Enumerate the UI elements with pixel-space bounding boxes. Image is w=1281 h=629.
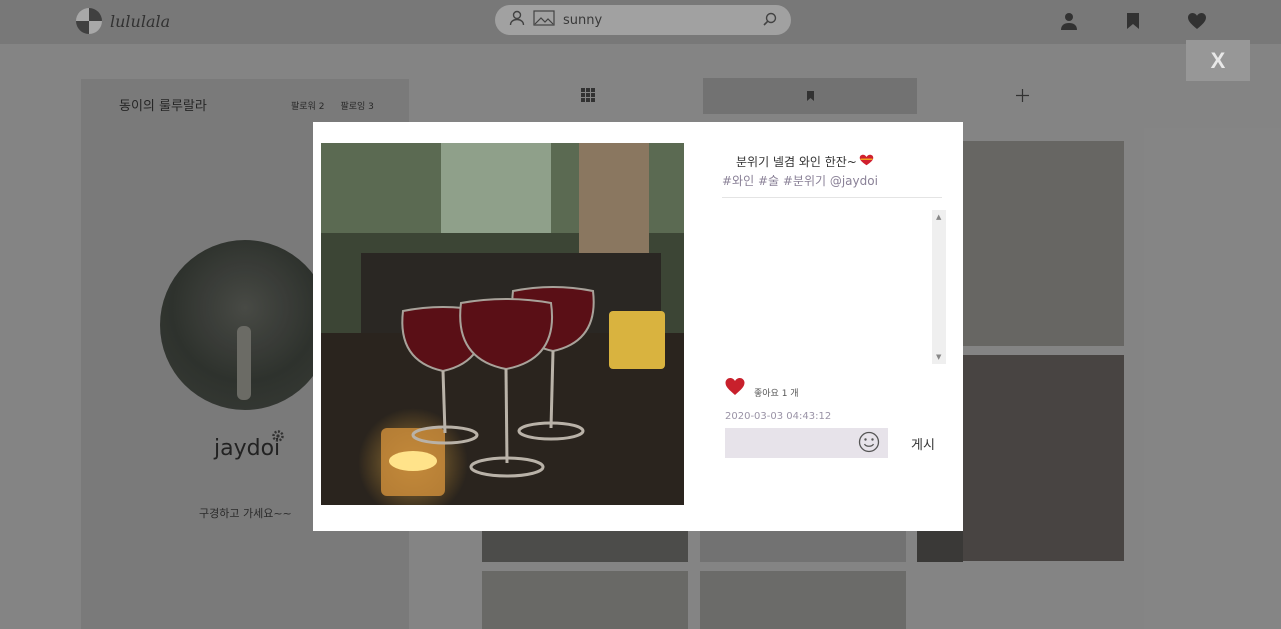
post-photo	[321, 143, 684, 505]
heart-emoji-icon	[859, 154, 874, 169]
post-comment-button[interactable]: 게시	[911, 434, 935, 453]
comments-scrollbar[interactable]: ▲ ▼	[932, 210, 946, 364]
divider	[722, 197, 942, 198]
post-caption: 분위기 넬겸 와인 한잔~	[736, 153, 874, 170]
comments-list[interactable]	[722, 210, 932, 362]
like-count: 좋아요 1 개	[754, 389, 799, 399]
scroll-up-icon[interactable]: ▲	[936, 213, 941, 221]
post-tags[interactable]: #와인 #술 #분위기 @jaydoi	[722, 172, 878, 189]
post-detail-modal: 분위기 넬겸 와인 한잔~ #와인 #술 #분위기 @jaydoi ▲ ▼ 좋아…	[313, 122, 963, 531]
like-button[interactable]	[724, 377, 746, 400]
post-date: 2020-03-03 04:43:12	[725, 411, 832, 422]
smiley-emoji-icon[interactable]	[858, 431, 880, 457]
scroll-down-icon[interactable]: ▼	[936, 353, 941, 361]
caption-text: 분위기 넬겸 와인 한잔~	[736, 155, 857, 169]
